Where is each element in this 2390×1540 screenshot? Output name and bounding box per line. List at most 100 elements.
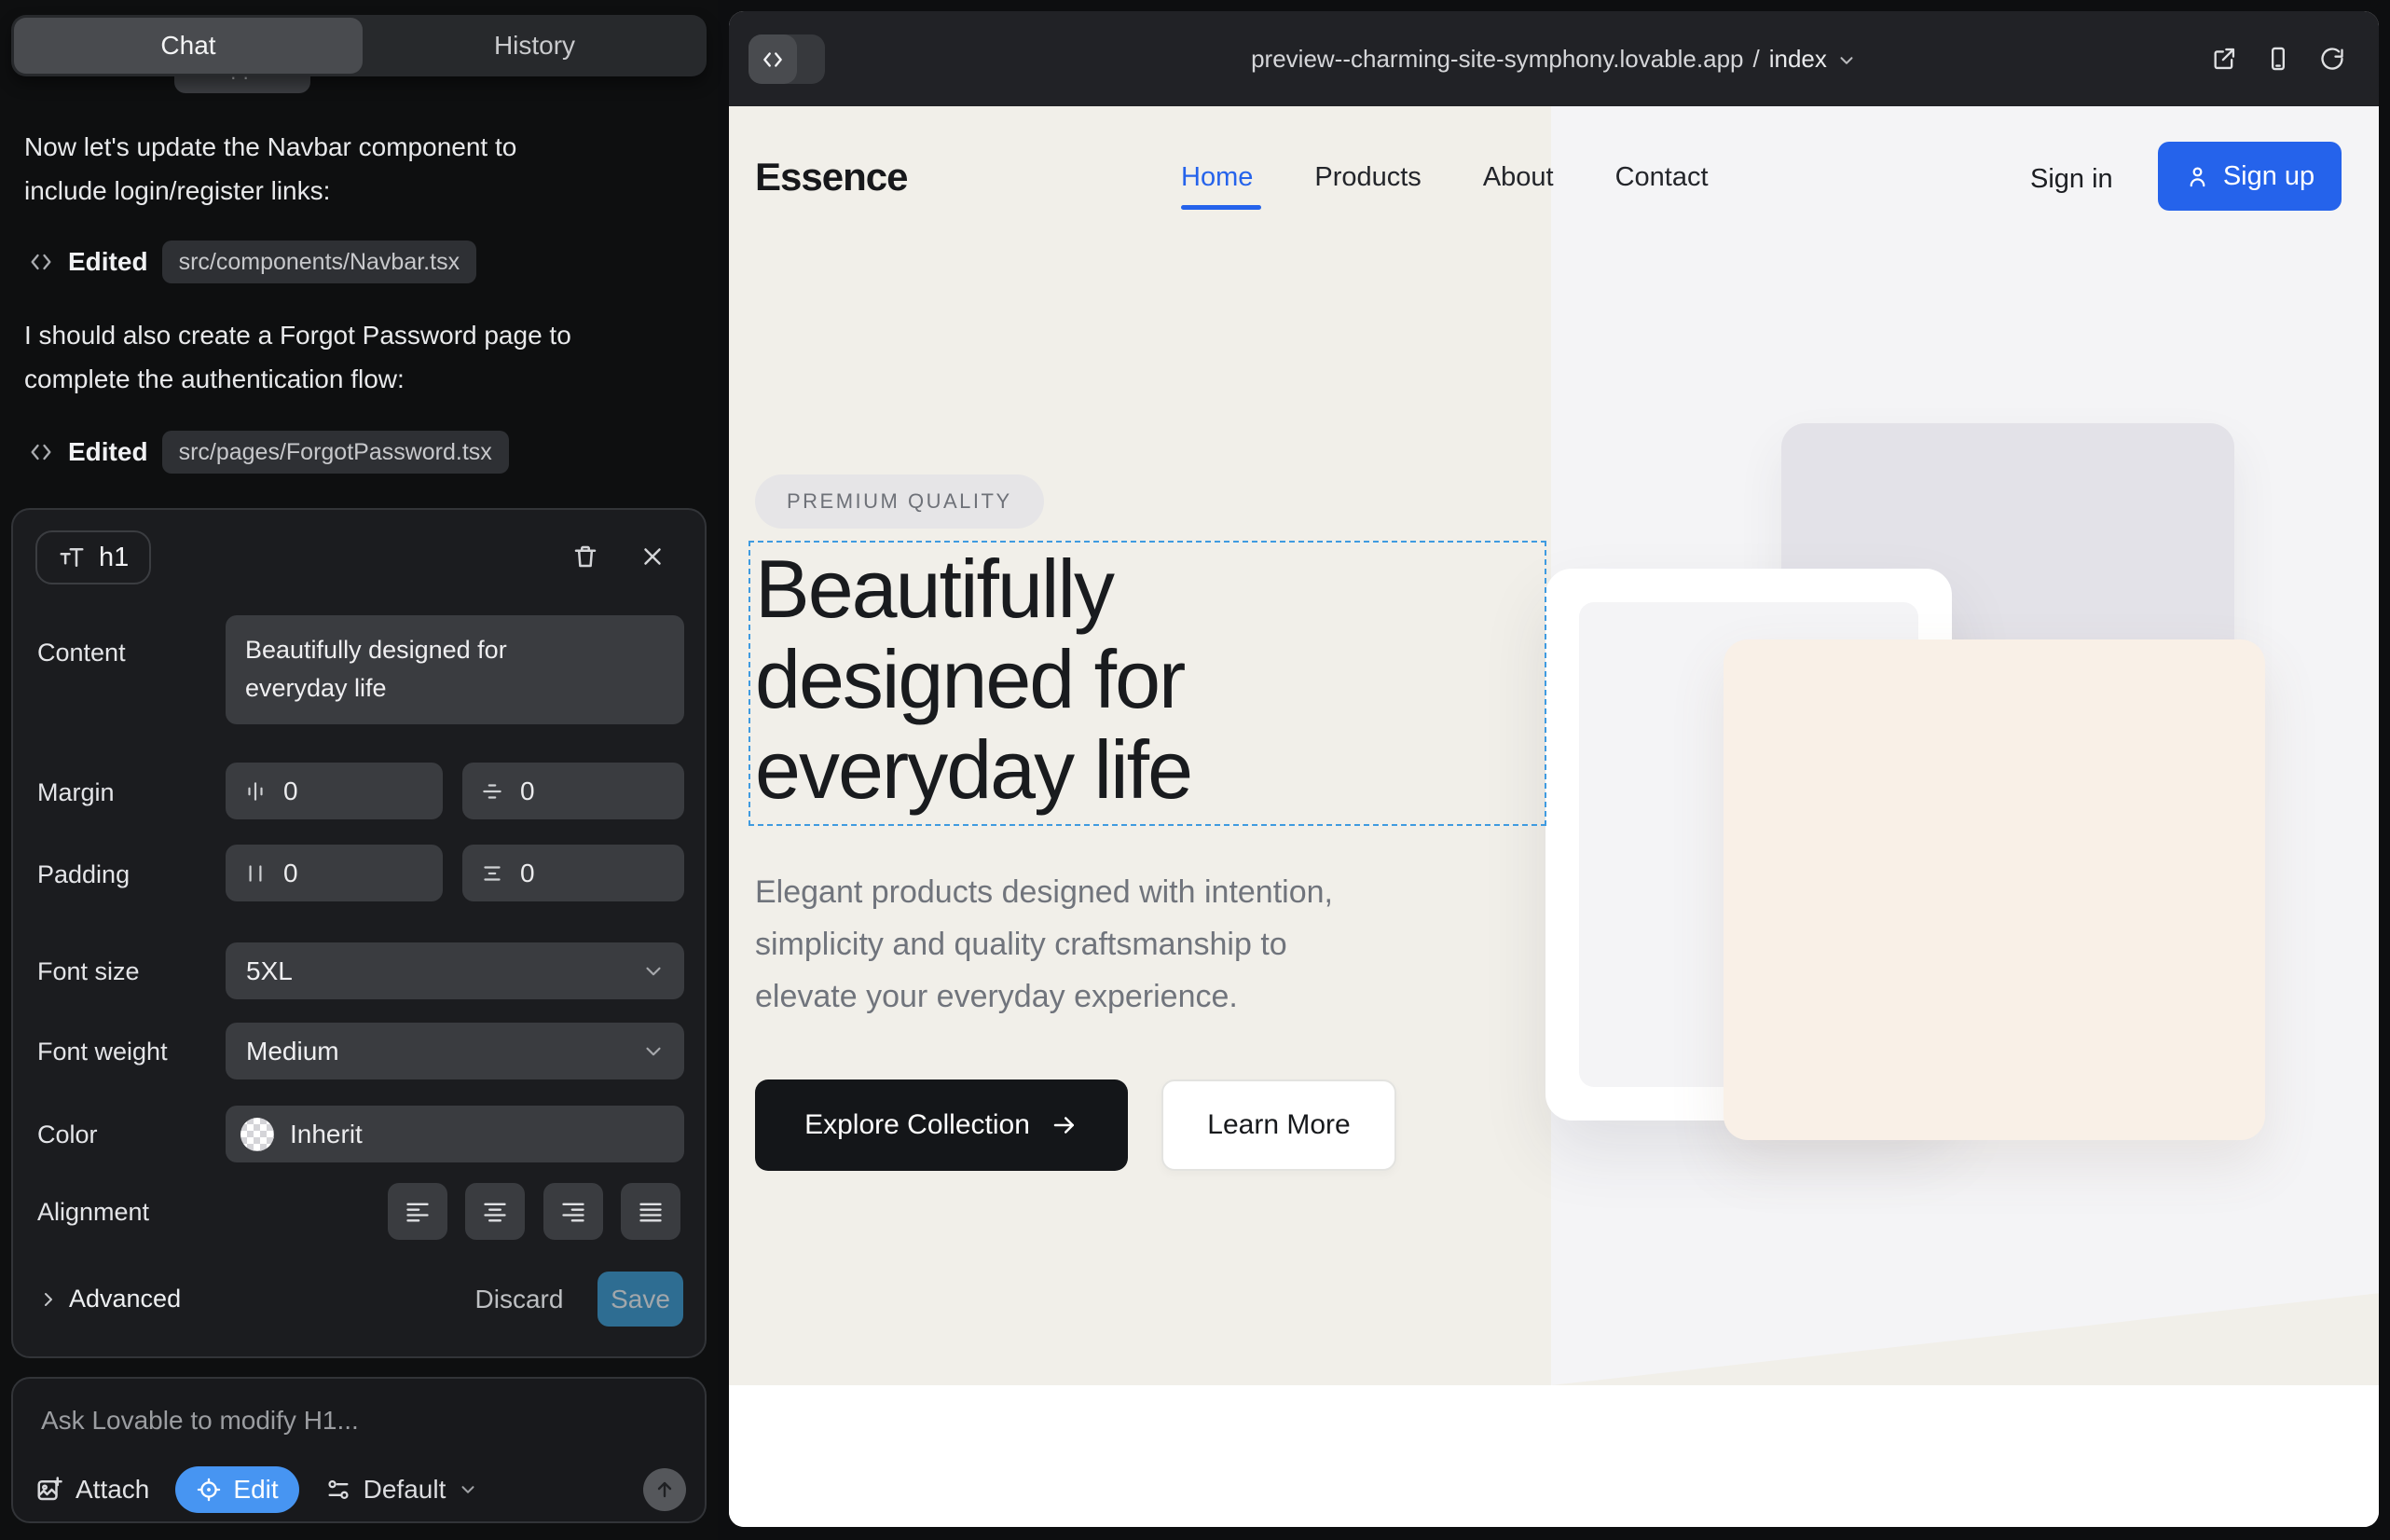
advanced-label: Advanced bbox=[69, 1285, 181, 1313]
person-icon bbox=[2185, 164, 2210, 189]
code-icon bbox=[761, 48, 785, 72]
code-icon bbox=[28, 249, 54, 275]
edited-file-chip[interactable]: src/pages/ForgotPassword.tsx bbox=[162, 431, 509, 474]
explore-label: Explore Collection bbox=[804, 1109, 1030, 1141]
padding-y-input[interactable]: 0 bbox=[462, 845, 684, 901]
edited-file-chip[interactable]: src/components/Navbar.tsx bbox=[162, 241, 477, 283]
edited-label: Edited bbox=[68, 247, 148, 277]
align-right-button[interactable] bbox=[543, 1183, 603, 1240]
color-picker[interactable]: Inherit bbox=[226, 1106, 684, 1162]
preview-window: preview--charming-site-symphony.lovable.… bbox=[729, 11, 2379, 1527]
content-label: Content bbox=[37, 639, 126, 667]
font-size-value: 5XL bbox=[246, 956, 293, 986]
target-icon bbox=[196, 1477, 222, 1503]
send-button[interactable] bbox=[643, 1468, 686, 1511]
url-separator: / bbox=[1753, 45, 1760, 74]
margin-x-input[interactable]: 0 bbox=[226, 763, 443, 819]
nav-link-products[interactable]: Products bbox=[1314, 162, 1421, 193]
mode-label: Default bbox=[364, 1475, 446, 1505]
tab-chat-label: Chat bbox=[160, 31, 215, 61]
hero-cta-row: Explore Collection Learn More bbox=[755, 1079, 1396, 1171]
mobile-view-button[interactable] bbox=[2265, 46, 2291, 72]
selection-outline[interactable] bbox=[749, 541, 1546, 826]
chevron-down-icon bbox=[641, 959, 666, 983]
align-left-icon bbox=[405, 1199, 431, 1225]
color-value: Inherit bbox=[290, 1120, 363, 1149]
chat-input-placeholder[interactable]: Ask Lovable to modify H1... bbox=[41, 1406, 359, 1436]
arrow-up-icon bbox=[653, 1478, 676, 1501]
attach-label: Attach bbox=[76, 1475, 149, 1505]
site-nav: Home Products About Contact bbox=[1181, 162, 1709, 193]
delete-element-button[interactable] bbox=[565, 536, 606, 577]
edited-label: Edited bbox=[68, 437, 148, 467]
nav-active-underline bbox=[1181, 205, 1261, 210]
save-button[interactable]: Save bbox=[598, 1272, 683, 1327]
open-external-button[interactable] bbox=[2211, 46, 2237, 72]
chevron-down-icon bbox=[458, 1479, 478, 1500]
edit-mode-button[interactable]: Edit bbox=[175, 1466, 298, 1513]
preview-page: index bbox=[1769, 45, 1827, 74]
hero-section: Essence Home Products About Contact Sign… bbox=[729, 106, 2379, 1385]
code-toggle-segment[interactable] bbox=[749, 34, 797, 84]
sign-up-label: Sign up bbox=[2223, 161, 2314, 192]
code-icon bbox=[28, 439, 54, 465]
sign-in-link[interactable]: Sign in bbox=[2030, 164, 2113, 195]
explore-collection-button[interactable]: Explore Collection bbox=[755, 1079, 1128, 1171]
padding-label: Padding bbox=[37, 860, 130, 889]
code-preview-toggle[interactable] bbox=[749, 34, 825, 84]
preview-url-bar[interactable]: preview--charming-site-symphony.lovable.… bbox=[915, 11, 2192, 106]
tab-chat[interactable]: Chat bbox=[14, 18, 363, 74]
mode-select[interactable]: Default bbox=[325, 1475, 479, 1505]
edited-file-row: Edited src/pages/ForgotPassword.tsx bbox=[28, 431, 509, 474]
attach-button[interactable]: Attach bbox=[35, 1475, 149, 1505]
margin-label: Margin bbox=[37, 778, 115, 807]
nav-link-contact[interactable]: Contact bbox=[1615, 162, 1709, 193]
hero-badge: PREMIUM QUALITY bbox=[755, 474, 1044, 529]
discard-button[interactable]: Discard bbox=[468, 1272, 570, 1327]
trash-icon bbox=[571, 543, 599, 571]
image-plus-icon bbox=[35, 1476, 63, 1504]
chat-actions-row: Attach Edit Default bbox=[35, 1466, 686, 1513]
chat-input-box[interactable]: Ask Lovable to modify H1... Attach Edit … bbox=[11, 1377, 707, 1523]
align-justify-button[interactable] bbox=[621, 1183, 680, 1240]
learn-more-button[interactable]: Learn More bbox=[1161, 1079, 1396, 1171]
site-preview: Essence Home Products About Contact Sign… bbox=[729, 106, 2379, 1527]
align-justify-icon bbox=[638, 1199, 664, 1225]
refresh-button[interactable] bbox=[2319, 46, 2345, 72]
close-icon bbox=[639, 543, 666, 571]
preview-toolbar: preview--charming-site-symphony.lovable.… bbox=[729, 11, 2379, 106]
font-size-label: Font size bbox=[37, 957, 140, 986]
element-tag-badge[interactable]: h1 bbox=[35, 530, 151, 584]
advanced-toggle[interactable]: Advanced bbox=[37, 1272, 181, 1327]
sign-up-button[interactable]: Sign up bbox=[2158, 142, 2342, 211]
chevron-right-icon bbox=[37, 1288, 60, 1311]
margin-y-input[interactable]: 0 bbox=[462, 763, 684, 819]
nav-link-about[interactable]: About bbox=[1483, 162, 1554, 193]
font-size-select[interactable]: 5XL bbox=[226, 942, 684, 999]
nav-link-home[interactable]: Home bbox=[1181, 162, 1253, 193]
chat-message: I should also create a Forgot Password p… bbox=[24, 313, 690, 401]
element-tag-label: h1 bbox=[99, 543, 129, 573]
tab-history-label: History bbox=[494, 31, 575, 61]
font-weight-value: Medium bbox=[246, 1037, 339, 1066]
padding-vertical-icon bbox=[480, 861, 504, 886]
edit-label: Edit bbox=[233, 1475, 278, 1505]
chevron-down-icon bbox=[641, 1039, 666, 1064]
tab-history[interactable]: History bbox=[363, 15, 707, 76]
chat-sidebar: ·· Chat History Now let's update the Nav… bbox=[0, 0, 718, 1540]
align-center-icon bbox=[482, 1199, 508, 1225]
padding-y-value: 0 bbox=[520, 859, 535, 888]
padding-x-value: 0 bbox=[283, 859, 298, 888]
padding-x-input[interactable]: 0 bbox=[226, 845, 443, 901]
decor-beige-card bbox=[1724, 639, 2265, 1140]
site-logo[interactable]: Essence bbox=[755, 155, 907, 199]
font-weight-select[interactable]: Medium bbox=[226, 1023, 684, 1079]
arrow-right-icon bbox=[1051, 1111, 1078, 1139]
alignment-group bbox=[13, 1183, 708, 1240]
align-center-button[interactable] bbox=[465, 1183, 525, 1240]
align-left-button[interactable] bbox=[388, 1183, 447, 1240]
learn-more-label: Learn More bbox=[1207, 1109, 1350, 1141]
close-editor-button[interactable] bbox=[632, 536, 673, 577]
content-field[interactable]: Beautifully designed for everyday life bbox=[226, 615, 684, 724]
chat-message: Now let's update the Navbar component to… bbox=[24, 125, 690, 213]
